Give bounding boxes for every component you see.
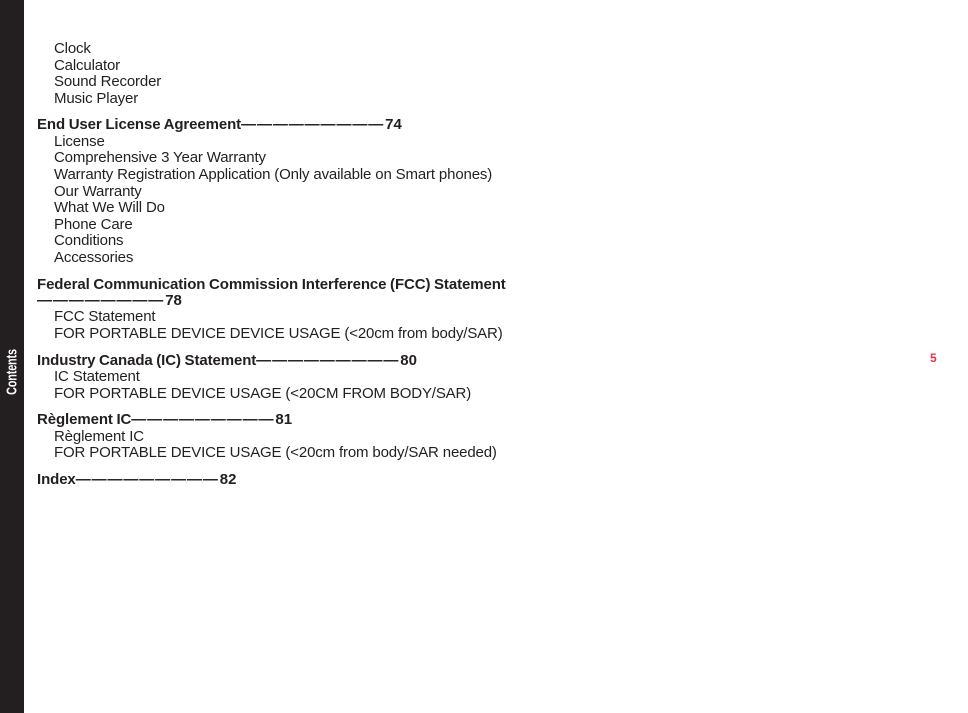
toc-sub-item[interactable]: Règlement IC bbox=[37, 428, 507, 446]
toc-group: Index—————————82 bbox=[37, 470, 507, 488]
contents-side-tab-label: Contents bbox=[3, 349, 21, 395]
toc-sub-item[interactable]: Accessories bbox=[37, 249, 507, 267]
toc-heading-page: 80 bbox=[400, 351, 417, 369]
toc-heading-title: Industry Canada (IC) Statement bbox=[37, 351, 257, 369]
toc-group: Règlement IC—————————81 Règlement IC FOR P… bbox=[37, 411, 507, 462]
toc-sub-item[interactable]: Conditions bbox=[37, 233, 507, 250]
toc-sub-item[interactable]: IC Statement bbox=[37, 368, 507, 386]
toc-leader-dashes: ————————— bbox=[131, 411, 275, 429]
page-number: 5 bbox=[930, 351, 937, 365]
toc-sub-item[interactable]: What We Will Do bbox=[37, 200, 507, 217]
toc-heading-title: Federal Communication Commission Interfe… bbox=[37, 275, 506, 293]
toc-sub-list: FCC Statement FOR PORTABLE DEVICE DEVICE … bbox=[37, 309, 507, 342]
toc-heading-page: 78 bbox=[165, 291, 182, 309]
contents-side-tab: Contents bbox=[0, 0, 24, 713]
toc-leader-dashes: ————————— bbox=[241, 116, 385, 134]
toc-sub-item[interactable]: Comprehensive 3 Year Warranty bbox=[37, 150, 507, 167]
toc-heading[interactable]: End User License Agreement—————————74 bbox=[37, 117, 507, 133]
toc-heading-title: End User License Agreement bbox=[37, 116, 242, 134]
toc-leader-dashes: ————————— bbox=[75, 470, 219, 488]
toc-sub-list: Clock Calculator Sound Recorder Music Playe… bbox=[37, 40, 507, 108]
toc-heading[interactable]: Federal Communication Commission Interfe… bbox=[37, 275, 507, 310]
toc-sub-item[interactable]: License bbox=[37, 133, 507, 151]
toc-heading[interactable]: Industry Canada (IC) Statement—————————8… bbox=[37, 351, 507, 369]
toc-heading-title: Règlement IC bbox=[37, 411, 132, 429]
toc-heading[interactable]: Règlement IC—————————81 bbox=[37, 411, 507, 429]
toc-group: Clock Calculator Sound Recorder Music Playe… bbox=[37, 40, 507, 108]
toc-sub-item[interactable]: Warranty Registration Application (Only … bbox=[37, 166, 507, 184]
toc-sub-item[interactable]: FOR PORTABLE DEVICE USAGE (<20CM FROM BO… bbox=[37, 385, 507, 403]
toc-sub-item[interactable]: FCC Statement bbox=[37, 309, 507, 326]
toc-sub-item[interactable]: Sound Recorder bbox=[37, 74, 507, 91]
toc-leader-dashes: ———————— bbox=[37, 291, 165, 309]
toc-heading[interactable]: Index—————————82 bbox=[37, 470, 507, 488]
toc-group: Federal Communication Commission Interfe… bbox=[37, 275, 507, 343]
toc-heading-title: Index bbox=[37, 470, 76, 488]
toc-sub-item[interactable]: Calculator bbox=[37, 57, 507, 75]
toc-group: End User License Agreement—————————74 Lic… bbox=[37, 117, 507, 266]
toc-heading-page: 74 bbox=[385, 116, 402, 134]
toc-sub-list: IC Statement FOR PORTABLE DEVICE USAGE (<… bbox=[37, 368, 507, 403]
toc-heading-page: 81 bbox=[275, 411, 293, 429]
toc-leader-dashes: ————————— bbox=[256, 351, 400, 369]
toc-sub-list: License Comprehensive 3 Year Warranty Warr… bbox=[37, 133, 507, 267]
toc-group: Industry Canada (IC) Statement—————————8… bbox=[37, 351, 507, 403]
toc-sub-item[interactable]: Clock bbox=[37, 40, 507, 58]
toc-sub-item[interactable]: FOR PORTABLE DEVICE DEVICE USAGE (<20cm … bbox=[37, 325, 507, 343]
toc-sub-list: Règlement IC FOR PORTABLE DEVICE USAGE (<… bbox=[37, 428, 507, 462]
toc-sub-item[interactable]: Music Player bbox=[37, 90, 507, 108]
toc-sub-item[interactable]: Our Warranty bbox=[37, 183, 507, 201]
table-of-contents: Clock Calculator Sound Recorder Music Playe… bbox=[37, 40, 507, 488]
toc-sub-item[interactable]: FOR PORTABLE DEVICE USAGE (<20cm from bo… bbox=[37, 445, 507, 462]
toc-heading-page: 82 bbox=[219, 470, 237, 488]
toc-sub-item[interactable]: Phone Care bbox=[37, 216, 507, 234]
